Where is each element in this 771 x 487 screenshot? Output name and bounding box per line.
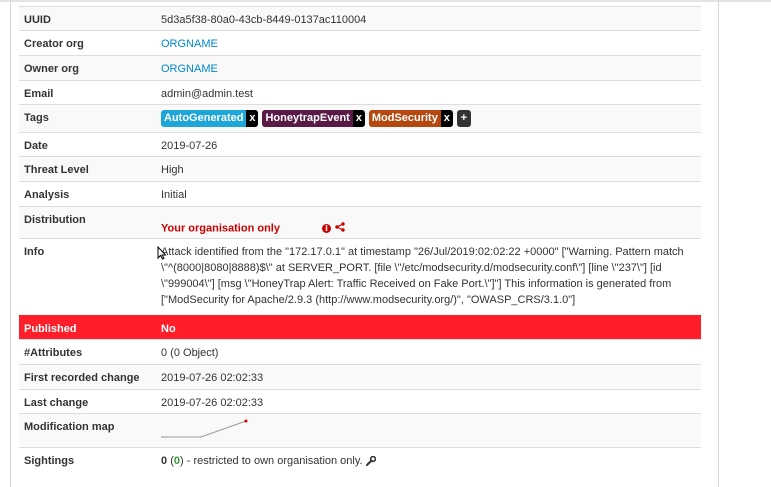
tag-modsecurity-remove-button[interactable]: x (440, 110, 453, 127)
published-label: Published (24, 323, 77, 335)
add-tag-button[interactable]: + (456, 110, 471, 127)
tag-modsecurity[interactable]: ModSecurity (368, 110, 441, 127)
row-sightings: Sightings 0 (0) - restricted to own orga… (19, 447, 701, 473)
tags-list: AutoGenerated x HoneytrapEvent x ModSecurity… (161, 105, 701, 127)
threat-level-value: High (161, 164, 184, 176)
row-attributes: #Attributes 0 (0 Object) (19, 339, 701, 364)
row-uuid: UUID 5d3a5f38-80a0-43cb-8449-0137ac11000… (19, 6, 701, 30)
date-label: Date (24, 140, 48, 152)
last-change-value: 2019-07-26 02:02:33 (161, 397, 264, 409)
tag-honeytrapevent-remove-button[interactable]: x (352, 110, 365, 127)
row-distribution: Distribution Your organisation only i (19, 206, 701, 238)
row-creator-org: Creator org ORGNAME (19, 30, 701, 55)
row-email: Email admin@admin.test (19, 80, 701, 104)
tags-label: Tags (24, 112, 49, 124)
info-value: Attack identified from the "172.17.0.1" … (161, 246, 684, 306)
first-recorded-change-value: 2019-07-26 02:02:33 (161, 372, 264, 384)
modification-map-label: Modification map (24, 421, 115, 433)
analysis-label: Analysis (24, 189, 70, 201)
creator-org-link[interactable]: ORGNAME (161, 38, 218, 50)
event-details-table: UUID 5d3a5f38-80a0-43cb-8449-0137ac11000… (19, 6, 701, 473)
uuid-value: 5d3a5f38-80a0-43cb-8449-0137ac110004 (161, 14, 367, 26)
row-tags: Tags AutoGenerated x HoneytrapEvent x ModSec… (19, 104, 701, 132)
tag-honeytrapevent[interactable]: HoneytrapEvent (262, 110, 353, 127)
top-border (0, 0, 771, 2)
row-published: Published No (19, 315, 701, 339)
sightings-close-paren: ) (179, 455, 184, 467)
row-info: Info Attack identified from the "172.17.… (19, 238, 701, 315)
uuid-label: UUID (24, 14, 51, 26)
creator-org-label: Creator org (24, 38, 84, 50)
email-value: admin@admin.test (161, 88, 253, 100)
owner-org-label: Owner org (24, 63, 80, 75)
last-change-label: Last change (24, 397, 89, 409)
sightings-text: - restricted to own organisation only. (186, 455, 363, 467)
row-analysis: Analysis Initial (19, 181, 701, 206)
owner-org-link[interactable]: ORGNAME (161, 63, 218, 75)
row-owner-org: Owner org ORGNAME (19, 55, 701, 80)
attributes-label: #Attributes (24, 347, 83, 359)
sightings-count: 0 (161, 455, 168, 467)
sightings-value: 0 (0) - restricted to own organisation o… (161, 448, 701, 467)
distribution-value: Your organisation only (161, 222, 280, 235)
row-modification-map: Modification map (19, 413, 701, 447)
analysis-value: Initial (161, 189, 187, 201)
threat-level-label: Threat Level (24, 164, 89, 176)
info-icon[interactable]: i (321, 224, 331, 233)
date-value: 2019-07-26 (161, 140, 218, 152)
distribution-label: Distribution (24, 214, 86, 226)
wrench-icon[interactable] (365, 455, 376, 467)
row-last-change: Last change 2019-07-26 02:02:33 (19, 389, 701, 413)
attributes-value: 0 (0 Object) (161, 347, 219, 359)
published-value: No (161, 323, 176, 335)
share-icon[interactable] (335, 222, 345, 235)
left-border (10, 0, 11, 487)
first-recorded-change-label: First recorded change (24, 372, 140, 384)
modification-map-sparkline (161, 419, 248, 438)
row-date: Date 2019-07-26 (19, 132, 701, 156)
row-first-recorded-change: First recorded change 2019-07-26 02:02:3… (19, 364, 701, 389)
mouse-cursor-icon (157, 245, 167, 263)
tag-autogenerated-remove-button[interactable]: x (246, 110, 259, 127)
info-label: Info (24, 246, 45, 258)
email-label: Email (24, 88, 54, 100)
tag-autogenerated[interactable]: AutoGenerated (161, 110, 247, 127)
right-border (718, 0, 719, 487)
row-threat-level: Threat Level High (19, 156, 701, 181)
sightings-label: Sightings (24, 455, 75, 467)
